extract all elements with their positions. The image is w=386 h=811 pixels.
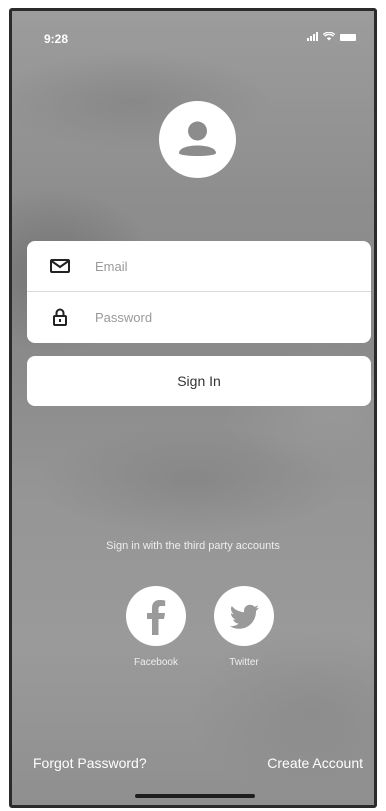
email-input[interactable] xyxy=(95,253,345,279)
signal-icon xyxy=(307,32,318,41)
lock-icon xyxy=(53,308,67,326)
status-time: 9:28 xyxy=(44,32,69,46)
facebook-label: Facebook xyxy=(134,657,178,668)
twitter-label: Twitter xyxy=(229,657,259,668)
forgot-password-link[interactable]: Forgot Password? xyxy=(33,755,147,771)
twitter-icon xyxy=(229,604,259,629)
sign-in-button[interactable]: Sign In xyxy=(27,356,371,406)
twitter-button[interactable] xyxy=(214,586,274,646)
password-field xyxy=(27,292,371,342)
mail-icon xyxy=(50,259,70,273)
email-field xyxy=(27,241,371,291)
user-icon xyxy=(179,121,216,156)
status-icons xyxy=(307,32,356,41)
phone-screen: 9:28 Email Sign In Sign in with the thir… xyxy=(9,8,377,808)
login-card xyxy=(27,241,371,343)
sign-in-label: Sign In xyxy=(177,373,221,389)
facebook-button[interactable] xyxy=(126,586,186,646)
create-account-link[interactable]: Create Account xyxy=(267,755,363,771)
battery-icon xyxy=(340,34,356,41)
third-party-text: Sign in with the third party accounts xyxy=(106,540,280,552)
password-input[interactable] xyxy=(95,304,345,330)
avatar xyxy=(159,101,236,178)
wifi-icon xyxy=(323,32,335,41)
status-bar: 9:28 xyxy=(12,11,374,51)
home-indicator[interactable] xyxy=(135,794,255,798)
facebook-icon xyxy=(147,600,166,635)
